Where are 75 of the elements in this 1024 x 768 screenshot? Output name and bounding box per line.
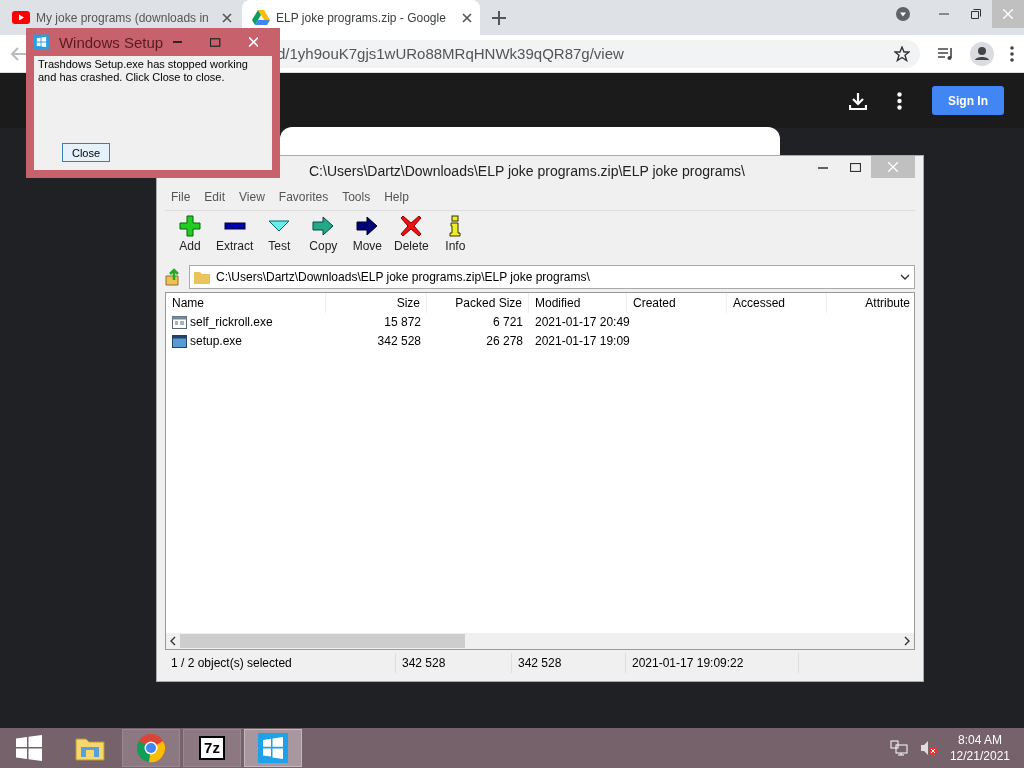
play-icon bbox=[12, 9, 30, 26]
file-name[interactable]: self_rickroll.exe bbox=[190, 313, 273, 332]
scroll-right-icon[interactable] bbox=[904, 636, 910, 646]
table-cell-text: 6 721 bbox=[491, 314, 524, 331]
triangle-icon bbox=[252, 9, 270, 26]
table-cell-text: 2021-01-17 19:09 bbox=[534, 333, 627, 350]
status-text: 342 528 bbox=[512, 653, 626, 673]
column-header[interactable]: Size bbox=[326, 293, 427, 313]
table-cell-text: 26 278 bbox=[485, 333, 524, 350]
star-icon[interactable] bbox=[894, 45, 910, 62]
plus-icon bbox=[179, 215, 201, 237]
menu-icon[interactable] bbox=[1010, 45, 1014, 62]
menu-item[interactable]: Favorites bbox=[278, 190, 329, 206]
windows-icon bbox=[34, 34, 49, 50]
column-header[interactable]: Attribute bbox=[827, 293, 914, 313]
column-header[interactable]: Created bbox=[627, 293, 727, 313]
table-cell-text: 15 872 bbox=[383, 314, 422, 331]
restore-icon[interactable] bbox=[971, 9, 981, 19]
network-icon[interactable] bbox=[889, 740, 908, 756]
queue-icon[interactable] bbox=[938, 46, 954, 61]
table-cell-text: 342 528 bbox=[376, 333, 422, 350]
menu-item[interactable]: View bbox=[239, 190, 265, 206]
window-title: C:\Users\Dartz\Downloads\ELP joke programs.zip\ELP joke programs\ bbox=[308, 163, 746, 179]
scrollbar-thumb[interactable] bbox=[180, 634, 465, 648]
cross-icon bbox=[400, 215, 423, 237]
muted-speaker-icon[interactable] bbox=[919, 740, 938, 756]
dropdown-icon[interactable] bbox=[896, 7, 910, 21]
browser-tab[interactable]: My joke programs (downloads in bbox=[2, 0, 240, 35]
column-header[interactable]: Name bbox=[166, 293, 326, 313]
menu-item[interactable]: Help bbox=[384, 190, 409, 206]
close-icon[interactable] bbox=[222, 12, 232, 23]
column-header[interactable]: Accessed bbox=[727, 293, 827, 313]
toolbar-button[interactable]: Test bbox=[258, 215, 301, 259]
window-icon bbox=[172, 316, 187, 329]
path-field[interactable]: C:\Users\Dartz\Downloads\ELP joke programs.zip\ELP joke programs\ bbox=[189, 265, 915, 289]
column-header[interactable]: Packed Size bbox=[427, 293, 529, 313]
windows-icon[interactable] bbox=[258, 733, 288, 763]
toolbar-button[interactable]: Delete bbox=[390, 215, 433, 259]
toolbar-button[interactable]: Info bbox=[434, 215, 477, 259]
file-name[interactable]: setup.exe bbox=[190, 332, 243, 351]
menu-icon[interactable] bbox=[897, 91, 902, 110]
close-button[interactable]: Close bbox=[62, 143, 110, 162]
status-text: 2021-01-17 19:09:22 bbox=[626, 653, 799, 673]
close-icon[interactable] bbox=[462, 12, 472, 23]
browser-tab[interactable]: ELP joke programs.zip - Google bbox=[242, 0, 480, 35]
windows-icon[interactable] bbox=[16, 735, 42, 761]
clock-time[interactable]: 8:04 AM bbox=[957, 733, 1002, 747]
download-icon[interactable] bbox=[849, 91, 867, 110]
chrome-icon[interactable] bbox=[136, 733, 166, 763]
clock-date[interactable]: 12/21/2021 bbox=[949, 749, 1010, 763]
menu-item[interactable]: Tools bbox=[342, 190, 371, 206]
plus-icon[interactable] bbox=[492, 10, 506, 25]
sign-in-button[interactable]: Sign In bbox=[932, 86, 1004, 115]
menu-item[interactable]: File bbox=[171, 190, 191, 206]
taskbar-button[interactable]: 7z bbox=[183, 729, 241, 767]
arrow-icon bbox=[356, 215, 379, 237]
folder-icon[interactable] bbox=[75, 735, 105, 761]
status-text: 1 / 2 object(s) selected bbox=[165, 653, 396, 673]
maximize-icon[interactable] bbox=[849, 162, 861, 172]
folder-icon bbox=[194, 270, 210, 284]
table-cell-text: 2021-01-17 20:49 bbox=[534, 314, 627, 331]
avatar-icon[interactable] bbox=[970, 41, 994, 66]
scroll-left-icon[interactable] bbox=[170, 636, 176, 646]
taskbar-button[interactable] bbox=[244, 729, 302, 767]
chevron-down-icon bbox=[900, 274, 910, 280]
toolbar-button[interactable]: Move bbox=[346, 215, 389, 259]
toolbar-button[interactable]: Extract bbox=[213, 215, 257, 259]
app-icon bbox=[172, 335, 187, 348]
menu-item[interactable]: Edit bbox=[204, 190, 226, 206]
taskbar-button[interactable] bbox=[122, 729, 180, 767]
toolbar-button[interactable]: Copy bbox=[302, 215, 345, 259]
status-text: 342 528 bbox=[396, 653, 512, 673]
toolbar-button[interactable]: Add bbox=[169, 215, 211, 259]
column-header[interactable]: Modified bbox=[529, 293, 627, 313]
arrow-icon bbox=[312, 215, 335, 237]
